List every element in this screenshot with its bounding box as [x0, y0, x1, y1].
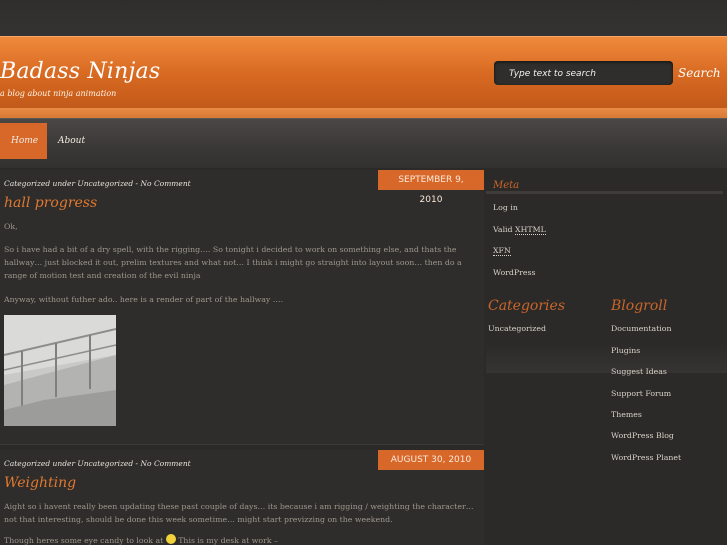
- post-paragraph: So i have had a bit of a dry spell, with…: [4, 245, 462, 280]
- meta-link-login[interactable]: Log in: [493, 203, 518, 212]
- categories-title: Categories: [488, 298, 565, 314]
- site-tagline: a blog about ninja animation: [0, 89, 117, 98]
- nav-item-home[interactable]: Home: [0, 123, 47, 159]
- meta-link-valid: Valid: [493, 225, 513, 234]
- search-box: [494, 61, 673, 86]
- site-header: Badass Ninjas a blog about ninja animati…: [0, 36, 727, 118]
- xfn-abbr: XFN: [493, 246, 511, 256]
- post-paragraph: Ok,: [4, 222, 18, 231]
- blogroll-link[interactable]: Plugins: [611, 346, 640, 355]
- blogroll-title: Blogroll: [611, 298, 668, 314]
- category-link[interactable]: Uncategorized: [488, 324, 546, 333]
- nav-item-about[interactable]: About: [47, 123, 96, 159]
- post-entry: Categorized under Uncategorized - No Com…: [0, 170, 484, 445]
- post-meta: Categorized under Uncategorized - No Com…: [4, 459, 191, 468]
- site-title[interactable]: Badass Ninjas: [0, 59, 160, 84]
- blogroll-link[interactable]: Support Forum: [611, 389, 671, 398]
- post-paragraph: Aight so i havent really been updating t…: [4, 502, 474, 524]
- top-strip: [0, 0, 727, 36]
- blogroll-link[interactable]: Documentation: [611, 324, 672, 333]
- hallway-render-image[interactable]: [4, 315, 116, 426]
- sidebar-divider: [486, 343, 727, 373]
- post-title[interactable]: hall progress: [4, 195, 97, 211]
- xhtml-abbr: XHTML: [515, 225, 546, 235]
- meta-link-xfn[interactable]: XFN: [493, 246, 511, 256]
- header-gloss: [0, 108, 727, 118]
- meta-link-wordpress[interactable]: WordPress: [493, 268, 536, 277]
- post-text: Though heres some eye candy to look at: [4, 536, 164, 545]
- sidebar: Meta Log in Valid XHTML XFN WordPress Ca…: [486, 168, 727, 545]
- search-input[interactable]: [494, 62, 673, 86]
- post-date-badge: AUGUST 30, 2010: [378, 450, 484, 470]
- post-date-badge: SEPTEMBER 9, 2010: [378, 170, 484, 205]
- smiley-icon: [165, 534, 176, 544]
- meta-link-xhtml[interactable]: Valid XHTML: [493, 225, 546, 235]
- post-entry: Categorized under Uncategorized - No Com…: [0, 450, 484, 545]
- post-paragraph: Anyway, without futher ado.. here is a r…: [4, 295, 284, 304]
- blogroll-link[interactable]: WordPress Blog: [611, 431, 674, 440]
- post-paragraph: Though heres some eye candy to look at T…: [4, 534, 480, 545]
- blogroll-link[interactable]: Themes: [611, 410, 642, 419]
- post-text: This is my desk at work –: [178, 536, 278, 545]
- search-button[interactable]: Search: [675, 62, 727, 84]
- post-title[interactable]: Weighting: [4, 475, 76, 491]
- nav-bar: Home About: [0, 118, 727, 168]
- meta-widget-title: Meta: [493, 180, 520, 191]
- blogroll-link[interactable]: WordPress Planet: [611, 453, 681, 462]
- main-content: Categorized under Uncategorized - No Com…: [0, 168, 484, 545]
- post-meta: Categorized under Uncategorized - No Com…: [4, 179, 191, 188]
- meta-widget-header: Meta: [486, 172, 723, 194]
- blogroll-link[interactable]: Suggest Ideas: [611, 367, 667, 376]
